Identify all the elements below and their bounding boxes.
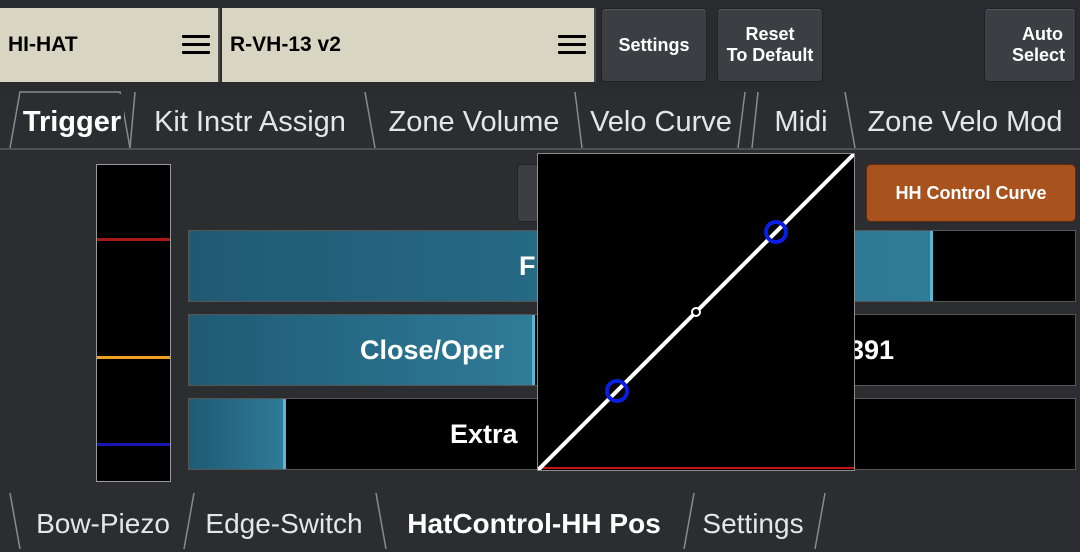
meter-marker-red bbox=[97, 238, 170, 241]
tab-divider bbox=[814, 492, 826, 550]
tab-row: Trigger Kit Instr Assign Zone Volume Vel… bbox=[0, 90, 1080, 150]
slider-fill bbox=[189, 399, 287, 469]
reset-to-default-button[interactable]: Reset To Default bbox=[717, 8, 823, 82]
tab-velo-curve-label: Velo Curve bbox=[590, 105, 732, 138]
settings-button-label: Settings bbox=[618, 34, 690, 55]
bottom-tab-label: Edge-Switch bbox=[205, 508, 363, 539]
bottom-tab-label: Settings bbox=[702, 508, 804, 539]
tab-velo-curve[interactable]: Velo Curve bbox=[580, 94, 742, 150]
tab-midi-label: Midi bbox=[774, 105, 828, 138]
hh-control-curve-button[interactable]: HH Control Curve bbox=[866, 164, 1076, 222]
bottom-tab-bow-piezo[interactable]: Bow-Piezo bbox=[22, 496, 184, 552]
tab-zone-velo-mod-label: Zone Velo Mod bbox=[867, 105, 1063, 138]
hh-control-curve-editor[interactable] bbox=[536, 152, 856, 472]
reset-label-line1: Reset bbox=[745, 24, 795, 44]
tab-midi[interactable]: Midi bbox=[758, 94, 844, 150]
tab-zone-volume-label: Zone Volume bbox=[388, 105, 560, 138]
meter-marker-orange bbox=[97, 356, 170, 359]
extra-label: Extra bbox=[450, 418, 518, 449]
settings-button[interactable]: Settings bbox=[601, 8, 707, 82]
tab-trigger[interactable]: Trigger bbox=[20, 94, 124, 150]
instrument-selector[interactable]: HI-HAT bbox=[0, 8, 220, 82]
reset-label-line2: To Default bbox=[726, 45, 814, 65]
kit-selector[interactable]: R-VH-13 v2 bbox=[222, 8, 596, 82]
close-open-value: 391 bbox=[849, 334, 895, 365]
tab-trigger-label: Trigger bbox=[22, 105, 122, 138]
curve-midpoint bbox=[691, 307, 701, 317]
tab-zone-velo-mod[interactable]: Zone Velo Mod bbox=[854, 94, 1076, 150]
bottom-tab-label: HatControl-HH Pos bbox=[407, 508, 661, 539]
menu-icon bbox=[558, 35, 586, 55]
close-open-label: Close/Oper bbox=[360, 334, 505, 365]
tab-kit-instr-assign-label: Kit Instr Assign bbox=[154, 105, 346, 138]
auto-label-line1: Auto bbox=[1022, 24, 1063, 44]
tab-divider bbox=[375, 492, 387, 550]
bottom-tab-hatcontrol-hh-pos[interactable]: HatControl-HH Pos bbox=[386, 496, 682, 552]
curve-graph bbox=[536, 152, 856, 472]
instrument-name: HI-HAT bbox=[8, 33, 78, 56]
auto-label-line2: Select bbox=[1011, 45, 1065, 65]
bottom-tab-edge-switch[interactable]: Edge-Switch bbox=[192, 496, 376, 552]
tab-zone-volume[interactable]: Zone Volume bbox=[374, 94, 574, 150]
auto-select-button[interactable]: Auto Select bbox=[984, 8, 1076, 82]
bottom-tab-settings[interactable]: Settings bbox=[690, 496, 816, 552]
tab-divider bbox=[9, 492, 21, 550]
kit-name: R-VH-13 v2 bbox=[230, 33, 341, 56]
tab-underline bbox=[0, 148, 1080, 150]
meter-marker-blue bbox=[97, 443, 170, 446]
bottom-tab-label: Bow-Piezo bbox=[36, 508, 170, 539]
menu-icon bbox=[182, 35, 210, 55]
tab-kit-instr-assign[interactable]: Kit Instr Assign bbox=[134, 94, 366, 150]
hh-control-curve-label: HH Control Curve bbox=[895, 182, 1047, 203]
level-meter bbox=[96, 164, 171, 482]
slider-1-label: F bbox=[519, 250, 536, 281]
